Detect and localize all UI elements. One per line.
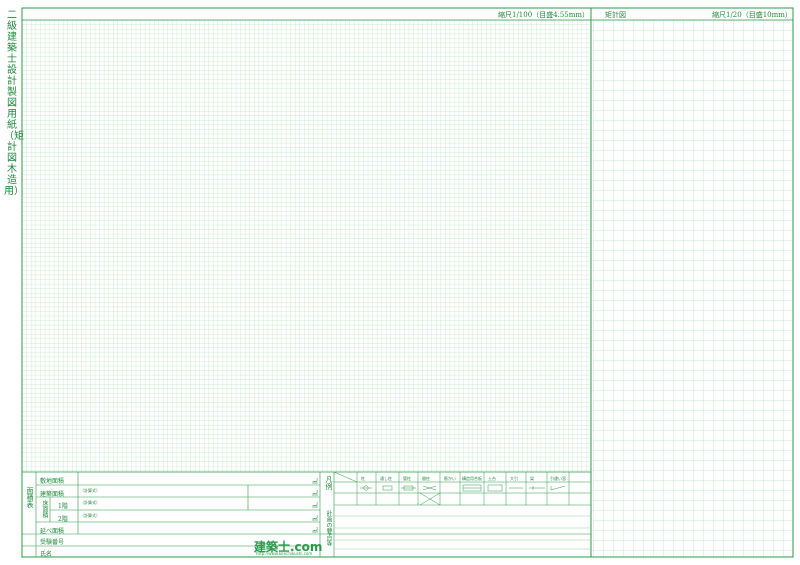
unit-total: ㎡ bbox=[312, 528, 319, 535]
calc-note-floor2: （計算式） bbox=[80, 513, 100, 518]
legend-item-post: 管柱 bbox=[403, 476, 411, 481]
building-area-label: 建築面積 bbox=[40, 491, 65, 498]
legend-item-column: 柱 bbox=[361, 476, 365, 481]
brand-url: http://www.kenchikushi.com bbox=[256, 551, 313, 556]
name-label: 氏名 bbox=[40, 551, 53, 558]
section-grid-area bbox=[593, 20, 793, 557]
unit-building: ㎡ bbox=[312, 491, 319, 498]
calc-note-building: （計算式） bbox=[80, 488, 100, 493]
plan-grid-area bbox=[22, 20, 590, 472]
area-table-group-label: 面積表 bbox=[26, 487, 34, 508]
calc-note-floor1: （計算式） bbox=[80, 500, 100, 505]
site-area-label: 敷地面積 bbox=[40, 478, 65, 485]
legend-item-stud: 間柱 bbox=[422, 476, 430, 481]
section-scale-label: 縮尺1/20（目盛10mm） bbox=[712, 11, 792, 19]
floor-area-group-label: 床面積 bbox=[41, 500, 48, 518]
plan-scale-label: 縮尺1/100（目盛4.55mm） bbox=[498, 11, 590, 19]
total-area-label: 延べ面積 bbox=[40, 528, 65, 535]
unit-floor1: ㎡ bbox=[312, 503, 319, 510]
legend-item-beam: 梁 bbox=[530, 476, 534, 481]
sheet-side-title: 二級建築士 設計製図用紙（矩計図 木造用） bbox=[4, 10, 24, 197]
notes-lines bbox=[334, 515, 591, 550]
legend-item-window: 引違い窓 bbox=[550, 476, 566, 481]
section-title: 矩計図 bbox=[605, 11, 626, 19]
legend-item-sill: 土台 bbox=[488, 476, 496, 481]
legend-item-through-column: 通し柱 bbox=[380, 476, 392, 481]
planning-notes-label: 計画の要点等 bbox=[325, 510, 332, 546]
legend-item-plywood: 構造用合板 bbox=[462, 476, 482, 481]
legend-item-brace: 筋かい bbox=[444, 476, 456, 481]
floor1-area-label: 1階 bbox=[58, 503, 68, 510]
unit-floor2: ㎡ bbox=[312, 516, 319, 523]
legend-symbols bbox=[360, 484, 566, 492]
unit-site: ㎡ bbox=[312, 479, 319, 486]
legend-label: 凡例 bbox=[325, 476, 333, 490]
exam-number-label: 受験番号 bbox=[40, 539, 65, 546]
drawing-sheet bbox=[21, 7, 794, 558]
floor2-area-label: 2階 bbox=[58, 516, 68, 523]
legend-item-sleeper: 大引 bbox=[510, 476, 518, 481]
